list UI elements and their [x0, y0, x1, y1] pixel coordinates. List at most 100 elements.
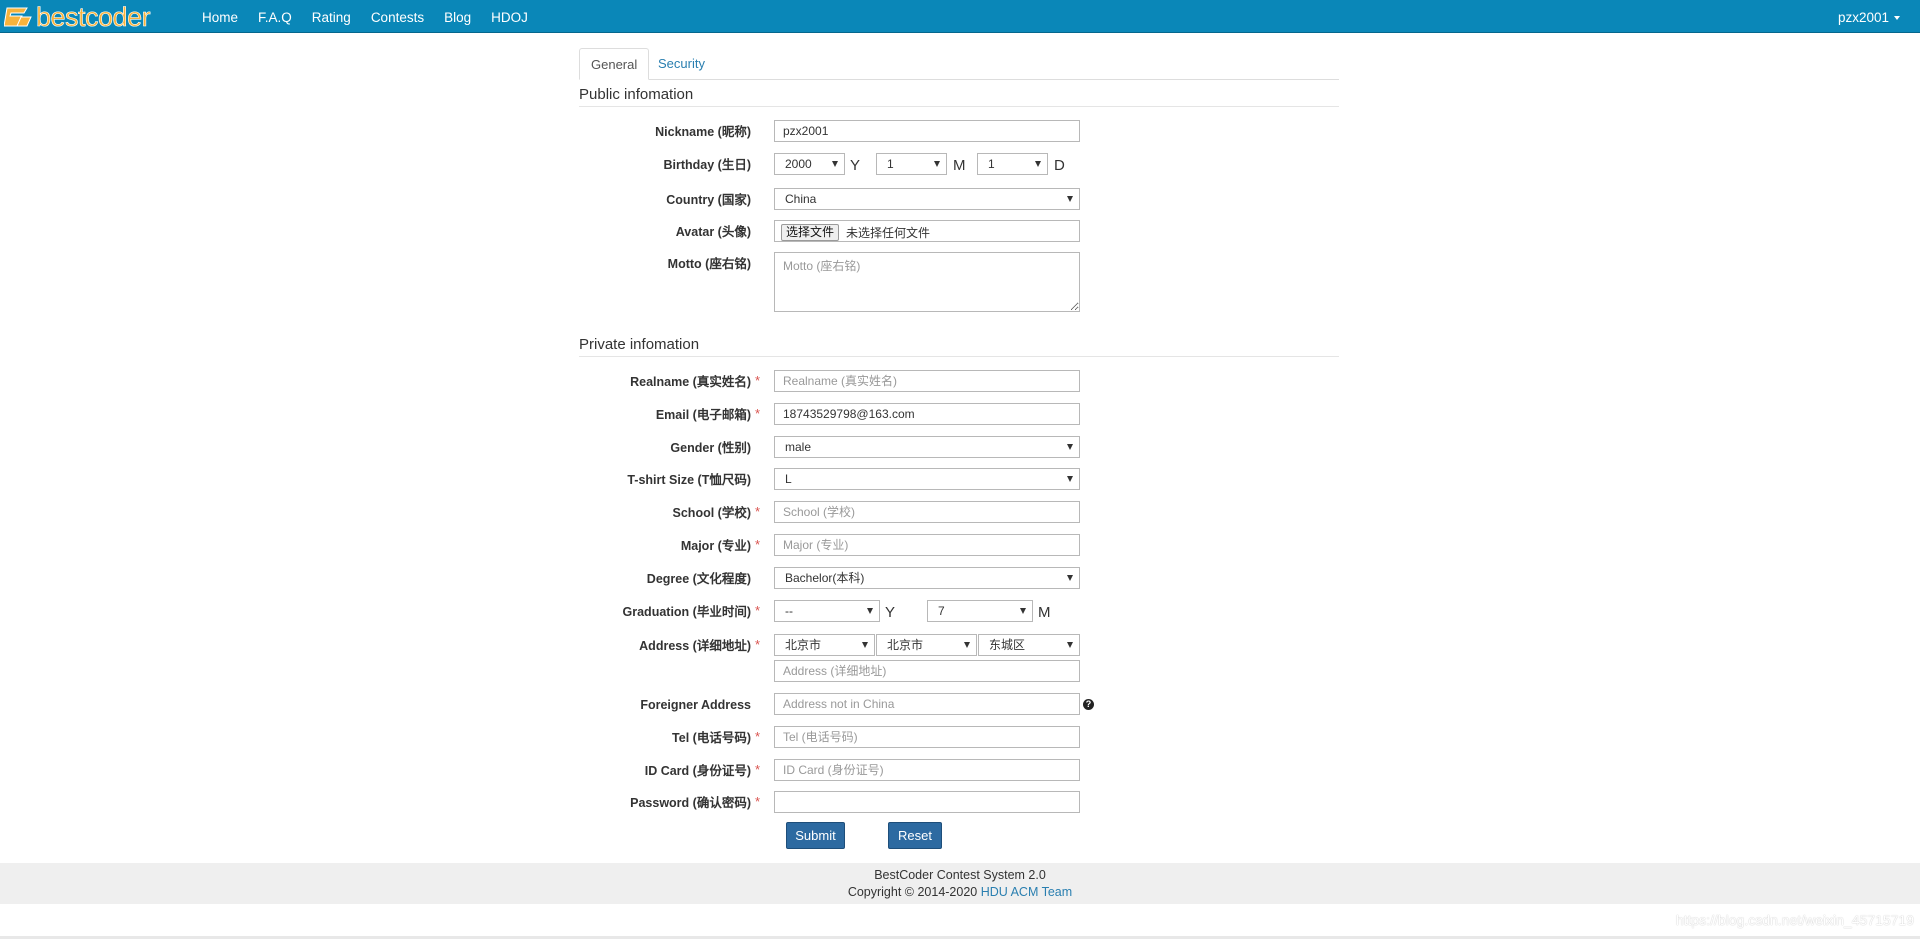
tab-general[interactable]: General: [579, 48, 650, 80]
label-address: Address (详细地址): [639, 639, 751, 653]
nav-hdoj[interactable]: HDOJ: [481, 0, 538, 33]
label-email: Email (电子邮箱): [655, 408, 751, 422]
row-idcard: ID Card (身份证号) *: [579, 759, 1339, 783]
required-mark: *: [755, 637, 761, 652]
row-email: Email (电子邮箱) *: [579, 403, 1339, 427]
dropdown-arrow-icon: [964, 642, 970, 648]
degree-select[interactable]: Bachelor(本科): [774, 567, 1080, 589]
row-birthday: Birthday (生日) 2000 Y 1 M 1 D: [579, 153, 1339, 177]
nav-blog[interactable]: Blog: [434, 0, 481, 33]
dropdown-arrow-icon: [1067, 642, 1073, 648]
foreigner-address-input[interactable]: [774, 693, 1080, 715]
user-name: pzx2001: [1837, 10, 1889, 25]
tab-security[interactable]: Security: [647, 48, 716, 79]
footer-copyright: Copyright © 2014-2020 HDU ACM Team: [847, 885, 1073, 899]
required-mark: *: [755, 603, 761, 618]
tab-bar: General Security: [579, 48, 1339, 80]
nav-rating[interactable]: Rating: [302, 0, 361, 33]
required-mark: *: [755, 504, 761, 519]
label-major: Major (专业): [680, 539, 751, 553]
label-idcard: ID Card (身份证号): [644, 764, 751, 778]
label-foreigner-address: Foreigner Address: [640, 698, 751, 712]
dropdown-arrow-icon: [1035, 161, 1041, 167]
dropdown-arrow-icon: [1067, 476, 1073, 482]
row-degree: Degree (文化程度) Bachelor(本科): [579, 567, 1339, 591]
realname-input[interactable]: [774, 370, 1080, 392]
dropdown-arrow-icon: [1020, 608, 1026, 614]
label-nickname: Nickname (昵称): [655, 125, 751, 139]
row-major: Major (专业) *: [579, 534, 1339, 558]
row-foreigner-address: Foreigner Address ?: [579, 693, 1339, 717]
graduation-y-unit: Y: [885, 604, 896, 621]
question-circle-icon[interactable]: ?: [1083, 699, 1094, 710]
nav-links: Home F.A.Q Rating Contests Blog HDOJ: [192, 0, 538, 33]
label-tshirt: T-shirt Size (T恤尺码): [627, 473, 751, 487]
label-degree: Degree (文化程度): [646, 572, 751, 586]
address-district-select[interactable]: 东城区: [978, 634, 1080, 656]
section-title-private: Private infomation: [579, 336, 1339, 357]
dropdown-arrow-icon: [1067, 444, 1073, 450]
footer-team-link[interactable]: HDU ACM Team: [981, 885, 1072, 899]
row-tshirt: T-shirt Size (T恤尺码) L: [579, 468, 1339, 492]
address-detail-input[interactable]: [774, 660, 1080, 682]
brand-text: bestcoder: [36, 2, 151, 32]
nav-contests[interactable]: Contests: [361, 0, 434, 33]
address-city-select[interactable]: 北京市: [876, 634, 977, 656]
label-motto: Motto (座右铭): [667, 257, 751, 271]
csdn-watermark: https://blog.csdn.net/weixin_45715719: [1675, 912, 1914, 928]
required-mark: *: [755, 794, 761, 809]
country-select[interactable]: China: [774, 188, 1080, 210]
gender-select[interactable]: male: [774, 436, 1080, 458]
label-avatar: Avatar (头像): [675, 225, 751, 239]
label-country: Country (国家): [666, 193, 751, 207]
submit-button[interactable]: Submit: [786, 822, 845, 849]
label-gender: Gender (性别): [670, 441, 751, 455]
nav-home[interactable]: Home: [192, 0, 248, 33]
label-graduation: Graduation (毕业时间): [622, 605, 751, 619]
caret-down-icon: [1894, 16, 1900, 21]
dropdown-arrow-icon: [934, 161, 940, 167]
row-password: Password (确认密码) *: [579, 791, 1339, 815]
row-address: Address (详细地址) * 北京市 北京市 东城区: [579, 634, 1339, 658]
brand-logo[interactable]: bestcoder: [4, 2, 151, 32]
nickname-input[interactable]: [774, 120, 1080, 142]
row-avatar: Avatar (头像) 选择文件 未选择任何文件: [579, 220, 1339, 244]
graduation-year-select[interactable]: --: [774, 600, 880, 622]
address-province-select[interactable]: 北京市: [774, 634, 875, 656]
reset-button[interactable]: Reset: [888, 822, 942, 849]
label-tel: Tel (电话号码): [672, 731, 751, 745]
birthday-day-select[interactable]: 1: [977, 153, 1048, 175]
row-gender: Gender (性别) male: [579, 436, 1339, 460]
page-footer: BestCoder Contest System 2.0 Copyright ©…: [0, 863, 1920, 904]
nav-faq[interactable]: F.A.Q: [248, 0, 302, 33]
major-input[interactable]: [774, 534, 1080, 556]
label-birthday: Birthday (生日): [663, 158, 751, 172]
birthday-year-select[interactable]: 2000: [774, 153, 845, 175]
dropdown-arrow-icon: [862, 642, 868, 648]
choose-file-button[interactable]: 选择文件: [781, 224, 840, 241]
avatar-file-input[interactable]: 选择文件 未选择任何文件: [774, 220, 1080, 242]
idcard-input[interactable]: [774, 759, 1080, 781]
tel-input[interactable]: [774, 726, 1080, 748]
footer-system-name: BestCoder Contest System 2.0: [874, 868, 1046, 882]
section-title-public: Public infomation: [579, 86, 1339, 107]
bestcoder-logo-icon: [4, 7, 32, 27]
dropdown-arrow-icon: [1067, 196, 1073, 202]
motto-textarea[interactable]: [774, 252, 1080, 312]
settings-form: General Security Public infomation Nickn…: [579, 48, 1339, 849]
email-input[interactable]: [774, 403, 1080, 425]
file-status-text: 未选择任何文件: [846, 226, 931, 240]
birthday-month-select[interactable]: 1: [876, 153, 947, 175]
school-input[interactable]: [774, 501, 1080, 523]
graduation-month-select[interactable]: 7: [927, 600, 1033, 622]
label-password: Password (确认密码): [630, 796, 751, 810]
user-menu[interactable]: pzx2001: [1838, 0, 1900, 35]
required-mark: *: [755, 373, 761, 388]
label-realname: Realname (真实姓名): [630, 375, 751, 389]
tshirt-select[interactable]: L: [774, 468, 1080, 490]
row-address-detail: [579, 660, 1339, 684]
row-tel: Tel (电话号码) *: [579, 726, 1339, 750]
password-input[interactable]: [774, 791, 1080, 813]
dropdown-arrow-icon: [1067, 575, 1073, 581]
row-graduation: Graduation (毕业时间) * -- Y 7 M: [579, 600, 1339, 624]
